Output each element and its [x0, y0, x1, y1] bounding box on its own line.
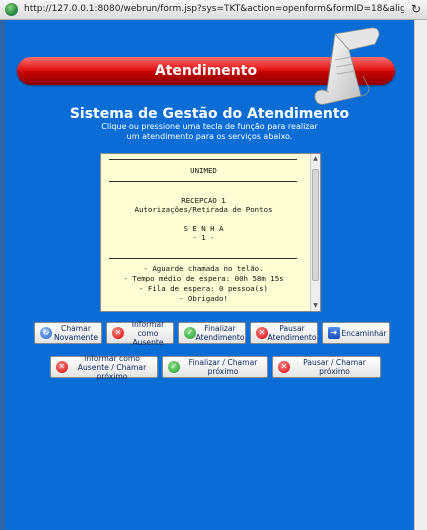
encaminhar-label: Encaminhar [341, 328, 387, 338]
forward-arrow-icon: ➜ [328, 327, 340, 339]
check-icon: ✓ [184, 327, 196, 339]
finalizar-chamar-proximo-label: Finalizar / Chamar próximo [188, 358, 258, 376]
ticket-msg-queue: - Fila de espera: 0 pessoa(s) [138, 284, 269, 293]
reload-icon[interactable]: ↻ [411, 3, 421, 16]
ticket-display[interactable]: UNIMED RECEPCAO 1 Autorizações/Retirada … [100, 153, 321, 312]
scroll-up-icon[interactable]: ▲ [312, 155, 319, 163]
informar-ausente-chamar-proximo-button[interactable]: ✕ Informar como Ausente / Chamar próximo [50, 353, 158, 381]
chamar-novamente-label: Chamar Novamente [53, 324, 98, 342]
pausar-chamar-proximo-button[interactable]: ✕ Pausar / Chamar próximo [272, 356, 381, 378]
ticket-msg-wait: - Aguarde chamada no telão. [143, 264, 264, 273]
ticket-service: Autorizações/Retirada de Pontos [134, 205, 273, 214]
check-icon: ✓ [168, 361, 180, 373]
ticket-company: UNIMED [190, 166, 217, 175]
browser-address-bar[interactable]: http://127.0.0.1:8080/webrun/form.jsp?sy… [0, 0, 427, 20]
cancel-icon: ✕ [56, 361, 68, 373]
finalizar-atendimento-button[interactable]: ✓ Finalizar Atendimento [178, 322, 246, 344]
ticket-scrollbar[interactable]: ▲ ▼ [310, 154, 320, 311]
cancel-icon: ✕ [112, 327, 124, 339]
address-url[interactable]: http://127.0.0.1:8080/webrun/form.jsp?sy… [24, 4, 404, 14]
chamar-novamente-button[interactable]: ↻ Chamar Novamente [34, 322, 102, 344]
globe-icon [5, 3, 18, 16]
form-page: Atendimento Sistema de Gestão do Atendim… [5, 20, 414, 530]
divider [109, 181, 297, 182]
ticket-senha-number: - 1 - [192, 233, 215, 242]
pause-icon: ✕ [278, 361, 290, 373]
divider [109, 159, 297, 160]
ticket-desk: RECEPCAO 1 [181, 196, 226, 205]
informar-ausente-label: Informar como Ausente [131, 319, 165, 347]
refresh-icon: ↻ [40, 327, 52, 339]
encaminhar-button[interactable]: ➜ Encaminhar [322, 322, 390, 344]
pausar-chamar-proximo-label: Pausar / Chamar próximo [303, 358, 366, 376]
page-scrollbar[interactable] [414, 20, 427, 530]
pausar-atendimento-label: Pausar Atendimento [267, 324, 317, 342]
scroll-thumb[interactable] [312, 169, 319, 281]
scroll-down-icon[interactable]: ▼ [312, 302, 319, 310]
divider [109, 258, 297, 259]
finalizar-chamar-proximo-button[interactable]: ✓ Finalizar / Chamar próximo [162, 356, 268, 378]
pausar-atendimento-button[interactable]: ✕ Pausar Atendimento [250, 322, 318, 344]
ticket-senha-label: S E N H A [183, 224, 224, 233]
system-title: Sistema de Gestão do Atendimento [69, 106, 350, 122]
scroll-document-icon [314, 27, 380, 105]
instructions-line-2: um atendimento para os serviços abaixo. [126, 132, 293, 141]
informar-ausente-chamar-proximo-label: Informar como Ausente / Chamar próximo [77, 353, 147, 381]
ticket-msg-avg-time: - Tempo médio de espera: 00h 58m 15s [123, 274, 284, 283]
finalizar-atendimento-label: Finalizar Atendimento [195, 324, 245, 342]
informar-ausente-button[interactable]: ✕ Informar como Ausente [106, 319, 174, 347]
pause-icon: ✕ [256, 327, 268, 339]
instructions-line-1: Clique ou pressione uma tecla de função … [101, 122, 318, 131]
ticket-msg-thanks: - Obrigado! [179, 294, 228, 303]
